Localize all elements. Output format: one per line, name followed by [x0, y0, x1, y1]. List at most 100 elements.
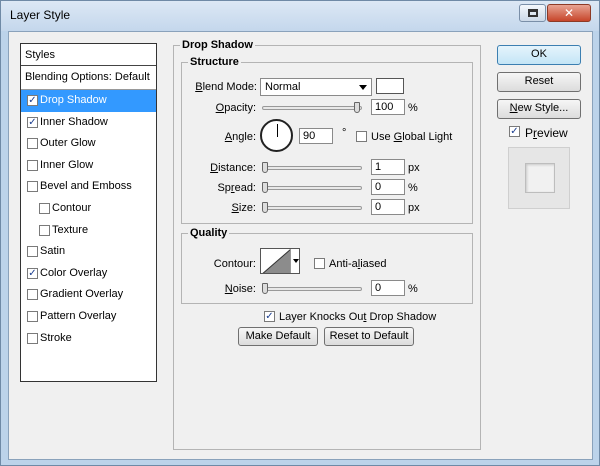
spread-unit: % [408, 182, 418, 194]
opacity-slider[interactable] [262, 102, 362, 113]
drop-shadow-title: Drop Shadow [180, 39, 255, 51]
noise-label: Noise: [224, 283, 256, 295]
window-title: Layer Style [10, 8, 71, 22]
reset-button[interactable]: Reset [497, 72, 581, 92]
reset-to-default-button[interactable]: Reset to Default [324, 327, 414, 346]
style-item[interactable]: Stroke [21, 328, 156, 350]
spread-label: Spread: [217, 182, 256, 194]
style-item-label: Satin [40, 245, 66, 258]
size-slider[interactable] [262, 202, 362, 213]
preview-checkbox[interactable]: ✓ [509, 126, 520, 137]
style-item[interactable]: Gradient Overlay [21, 284, 156, 306]
style-item-checkbox[interactable] [27, 310, 38, 322]
close-window-button[interactable]: ✕ [547, 4, 591, 22]
style-item-checkbox[interactable]: ✓ [27, 95, 38, 106]
style-item-label: Inner Glow [40, 158, 94, 171]
dialog-body: Styles Blending Options: Default ✓ Drop S… [8, 31, 593, 460]
make-default-button[interactable]: Make Default [238, 327, 318, 346]
size-input[interactable]: 0 [371, 199, 405, 215]
style-item-checkbox[interactable] [27, 332, 38, 344]
style-item[interactable]: Inner Glow [21, 155, 156, 177]
style-preview-thumbnail [508, 147, 570, 209]
style-item-label: Outer Glow [40, 137, 96, 150]
style-item[interactable]: Contour [21, 198, 156, 220]
angle-dial[interactable] [260, 119, 293, 152]
noise-input[interactable]: 0 [371, 280, 405, 296]
style-item-checkbox[interactable] [27, 138, 38, 150]
anti-aliased-label: Anti-aliased [329, 258, 387, 270]
style-item[interactable]: Pattern Overlay [21, 306, 156, 328]
style-item-label: Pattern Overlay [40, 309, 117, 322]
blend-mode-select[interactable]: Normal [260, 78, 372, 96]
anti-aliased-checkbox[interactable] [314, 258, 325, 269]
size-label: Size: [231, 202, 256, 214]
style-item-label: Texture [52, 223, 89, 236]
layer-knocks-out-label: Layer Knocks Out Drop Shadow [279, 311, 437, 323]
blend-mode-label: Blend Mode: [195, 81, 257, 93]
style-item-label: Inner Shadow [40, 115, 108, 128]
style-item[interactable]: ✓ Drop Shadow [21, 90, 156, 112]
distance-unit: px [408, 162, 420, 174]
spread-slider[interactable] [262, 182, 362, 193]
shadow-color-swatch[interactable] [376, 78, 404, 94]
opacity-slider-thumb[interactable] [354, 102, 360, 113]
use-global-light-label: Use Global Light [371, 131, 453, 143]
angle-label: Angle: [224, 131, 256, 143]
style-item[interactable]: Outer Glow [21, 133, 156, 155]
opacity-label: Opacity: [215, 102, 256, 114]
style-item-checkbox[interactable] [27, 181, 38, 193]
style-item[interactable]: ✓ Color Overlay [21, 263, 156, 285]
ok-button[interactable]: OK [497, 45, 581, 65]
style-item-checkbox[interactable]: ✓ [27, 267, 38, 279]
spread-slider-thumb[interactable] [262, 182, 268, 193]
angle-unit: ° [342, 127, 347, 139]
use-global-light-checkbox[interactable] [356, 131, 367, 142]
preview-swatch [525, 163, 555, 193]
layer-style-window: Layer Style ✕ Styles Blending Options: D… [0, 0, 600, 466]
distance-label: Distance: [210, 162, 256, 174]
style-item-label: Drop Shadow [40, 94, 107, 106]
noise-slider[interactable] [262, 283, 362, 294]
style-item[interactable]: ✓ Inner Shadow [21, 112, 156, 134]
contour-label: Contour: [213, 258, 256, 270]
opacity-input[interactable]: 100 [371, 99, 405, 115]
style-item-label: Stroke [40, 331, 72, 344]
new-style-button[interactable]: New Style... [497, 99, 581, 119]
distance-slider-thumb[interactable] [262, 162, 268, 173]
style-item-checkbox[interactable] [39, 202, 50, 214]
style-item-checkbox[interactable] [27, 159, 38, 171]
style-item-label: Gradient Overlay [40, 288, 124, 301]
close-icon: ✕ [563, 6, 575, 20]
blend-mode-value: Normal [265, 81, 301, 93]
blending-options-item[interactable]: Blending Options: Default [21, 66, 156, 90]
dropdown-arrow-icon [359, 85, 367, 90]
preview-label: Preview [525, 126, 568, 140]
style-item-label: Bevel and Emboss [40, 180, 132, 193]
spread-input[interactable]: 0 [371, 179, 405, 195]
style-item[interactable]: Bevel and Emboss [21, 176, 156, 198]
contour-dropdown-button[interactable] [290, 249, 299, 273]
dropdown-arrow-icon [293, 259, 299, 263]
style-item-checkbox[interactable]: ✓ [27, 116, 38, 128]
style-item-label: Color Overlay [40, 266, 108, 279]
layer-knocks-out-checkbox[interactable]: ✓ [264, 311, 275, 322]
distance-slider[interactable] [262, 162, 362, 173]
styles-header[interactable]: Styles [21, 44, 156, 66]
angle-input[interactable]: 90 [299, 128, 333, 144]
style-item[interactable]: Texture [21, 220, 156, 242]
noise-unit: % [408, 283, 418, 295]
distance-input[interactable]: 1 [371, 159, 405, 175]
size-unit: px [408, 202, 420, 214]
title-bar[interactable]: Layer Style ✕ [1, 1, 599, 31]
restore-icon [527, 9, 538, 17]
style-item-checkbox[interactable] [27, 289, 38, 301]
style-item-label: Contour [52, 201, 92, 214]
size-slider-thumb[interactable] [262, 202, 268, 213]
style-item[interactable]: Satin [21, 241, 156, 263]
opacity-unit: % [408, 102, 418, 114]
quality-title: Quality [188, 227, 230, 239]
restore-window-button[interactable] [519, 4, 546, 22]
style-item-checkbox[interactable] [27, 246, 38, 258]
noise-slider-thumb[interactable] [262, 283, 268, 294]
style-item-checkbox[interactable] [39, 224, 50, 236]
